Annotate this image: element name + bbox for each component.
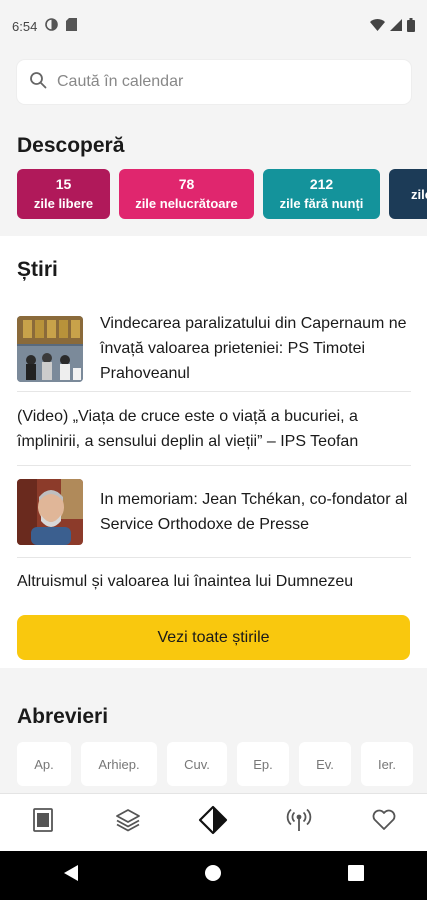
abbreviation-chip[interactable]: Cuv.	[167, 742, 227, 786]
abbreviations-title: Abrevieri	[17, 705, 109, 728]
nav-compass[interactable]	[183, 798, 243, 848]
discover-card-number: 15	[55, 176, 72, 192]
status-bar: 6:54	[0, 0, 427, 52]
see-all-news-button[interactable]: Vezi toate știrile	[17, 615, 410, 660]
system-nav-bar	[0, 851, 427, 900]
news-item-text: (Video) „Viața de cruce este o viață a b…	[17, 407, 359, 450]
battery-icon	[407, 17, 415, 35]
discover-title: Descoperă	[17, 134, 125, 157]
discover-card-label: zile nelucrătoare	[135, 196, 238, 211]
discover-card-number: 212	[309, 176, 334, 192]
nav-calendar[interactable]	[13, 798, 73, 848]
search-icon	[29, 71, 47, 94]
discover-card-no-wedding-days[interactable]: 212 zile fără nunți	[263, 169, 380, 219]
abbreviation-chip[interactable]: Ep.	[237, 742, 289, 786]
signal-icon	[390, 18, 402, 34]
status-time: 6:54	[12, 18, 38, 34]
abbreviation-chip[interactable]: Ap.	[17, 742, 71, 786]
news-title: Știri	[17, 258, 58, 281]
news-item[interactable]: Altruismul și valoarea lui înaintea lui …	[17, 558, 411, 604]
abbreviation-chip[interactable]: Ev.	[299, 742, 351, 786]
recents-icon	[347, 865, 364, 886]
news-item[interactable]: Vindecarea paralizatului din Capernaum n…	[17, 306, 411, 392]
vpn-icon	[45, 18, 59, 34]
news-item-text: Altruismul și valoarea lui înaintea lui …	[17, 572, 354, 590]
news-item[interactable]: In memoriam: Jean Tchékan, co-fondator a…	[17, 466, 411, 558]
discover-row: 15 zile libere 78 zile nelucrătoare 212 …	[17, 169, 427, 219]
abbreviation-chip[interactable]: Arhiep.	[81, 742, 157, 786]
news-thumbnail	[17, 315, 83, 382]
heart-icon	[371, 808, 397, 837]
discover-card-label: zile fără nunți	[279, 196, 364, 211]
news-thumbnail	[17, 478, 83, 545]
abbreviation-chip[interactable]: Ier.	[361, 742, 413, 786]
news-item-text: Vindecarea paralizatului din Capernaum n…	[100, 315, 407, 382]
sd-card-icon	[66, 18, 78, 34]
system-back-button[interactable]	[41, 856, 101, 896]
system-recents-button[interactable]	[326, 856, 386, 896]
search-placeholder: Caută în calendar	[57, 73, 184, 90]
calendar-icon	[32, 808, 54, 837]
abbreviations-row: Ap. Arhiep. Cuv. Ep. Ev. Ier.	[17, 742, 427, 786]
nav-favorites[interactable]	[354, 798, 414, 848]
nav-layers[interactable]	[98, 798, 158, 848]
bottom-nav	[0, 793, 427, 851]
status-right	[370, 17, 415, 35]
news-item-text: In memoriam: Jean Tchékan, co-fondator a…	[100, 490, 408, 533]
layers-icon	[115, 808, 141, 837]
status-left: 6:54	[12, 18, 78, 34]
discover-card-number: 78	[178, 176, 195, 192]
system-home-button[interactable]	[183, 856, 243, 896]
nav-broadcast[interactable]	[269, 798, 329, 848]
discover-card-label: zile libere	[33, 196, 94, 211]
wifi-icon	[370, 18, 385, 34]
back-icon	[63, 864, 79, 887]
compass-icon	[198, 805, 228, 840]
discover-card-non-working-days[interactable]: 78 zile nelucrătoare	[119, 169, 254, 219]
discover-card-free-days[interactable]: 15 zile libere	[17, 169, 110, 219]
search-input[interactable]: Caută în calendar	[17, 60, 411, 104]
discover-card-label: zile	[411, 186, 427, 202]
news-panel: Știri Vindecarea paralizatului din Caper…	[0, 236, 427, 668]
broadcast-icon	[286, 808, 312, 837]
news-item[interactable]: (Video) „Viața de cruce este o viață a b…	[17, 392, 411, 466]
home-icon	[204, 864, 222, 887]
discover-card-partial[interactable]: zile	[389, 169, 427, 219]
